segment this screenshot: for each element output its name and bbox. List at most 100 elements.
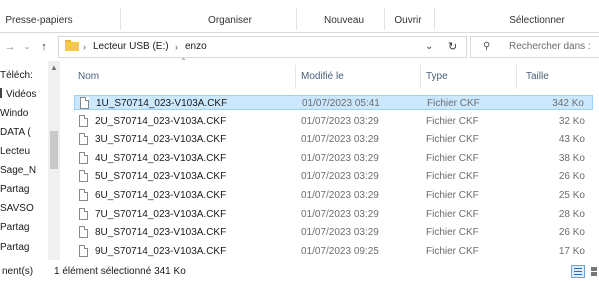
- nav-item[interactable]: SAVSO: [0, 202, 34, 216]
- status-bar: nent(s) 1 élément sélectionné 341 Ko: [0, 262, 599, 282]
- ribbon-separator: [296, 8, 297, 30]
- ribbon-separator: [120, 8, 121, 30]
- column-header-size[interactable]: Taille: [526, 67, 549, 87]
- status-item-count: nent(s): [2, 266, 34, 277]
- file-name: 5U_S70714_023-V103A.CKF: [95, 171, 227, 183]
- file-row[interactable]: 8U_S70714_023-V103A.CKF 01/07/2023 03:29 F…: [74, 225, 593, 240]
- nav-item-label: DATA (: [0, 127, 31, 138]
- column-divider[interactable]: [295, 65, 296, 89]
- nav-item-label: Windo: [0, 108, 29, 119]
- file-size: 342 Ko: [552, 98, 584, 109]
- ribbon-group-selectionner: Sélectionner: [509, 15, 565, 26]
- file-row[interactable]: 3U_S70714_023-V103A.CKF 01/07/2023 03:29 F…: [74, 132, 593, 147]
- nav-item[interactable]: DATA (: [0, 126, 31, 140]
- file-icon: [79, 170, 88, 183]
- file-size: 25 Ko: [558, 190, 585, 201]
- chevron-right-icon[interactable]: ›: [83, 40, 86, 54]
- file-modified: 01/07/2023 09:25: [301, 245, 379, 257]
- scroll-up-icon[interactable]: ▲: [48, 63, 60, 72]
- up-arrow-icon[interactable]: ↑: [38, 39, 50, 55]
- column-header-name[interactable]: Nom: [78, 67, 99, 87]
- ribbon-cut-off-row: [0, 0, 599, 6]
- status-selection: 1 élément sélectionné 341 Ko: [54, 266, 186, 277]
- large-icons-view-icon[interactable]: [590, 266, 599, 277]
- file-icon: [79, 226, 88, 239]
- breadcrumb-enzo[interactable]: enzo: [185, 40, 207, 54]
- nav-scrollbar[interactable]: ▲: [48, 61, 60, 260]
- file-type: Fichier CKF: [426, 171, 479, 183]
- breadcrumb-lecteur-usb[interactable]: Lecteur USB (E:): [93, 40, 169, 54]
- sort-ascending-icon: ⌃: [180, 57, 187, 66]
- ribbon-group-nouveau: Nouveau: [323, 15, 365, 26]
- nav-item[interactable]: Téléch:: [0, 69, 33, 83]
- back-arrow-icon[interactable]: →: [4, 39, 16, 55]
- nav-item[interactable]: Partag: [0, 221, 29, 235]
- refresh-icon[interactable]: ↻: [448, 39, 457, 55]
- file-modified: 01/07/2023 03:29: [301, 208, 379, 220]
- file-size: 28 Ko: [558, 208, 585, 220]
- file-row[interactable]: 4U_S70714_023-V103A.CKF 01/07/2023 03:29 F…: [74, 151, 593, 166]
- file-type: Fichier CKF: [426, 227, 479, 239]
- ribbon-group-ouvrir: Ouvrir: [394, 15, 422, 26]
- file-type: Fichier CKF: [426, 152, 479, 164]
- column-header-modified[interactable]: Modifié le: [301, 67, 344, 87]
- nav-item[interactable]: Vidéos: [0, 88, 36, 102]
- file-size: 43 Ko: [558, 134, 585, 146]
- file-row[interactable]: 5U_S70714_023-V103A.CKF 01/07/2023 03:29 F…: [74, 169, 593, 184]
- file-icon: [79, 133, 88, 146]
- nav-item[interactable]: Sage_N: [0, 164, 36, 178]
- file-type: Fichier CKF: [426, 208, 479, 220]
- nav-item-label: Partag: [0, 184, 30, 195]
- nav-item-label: Sage_N: [0, 165, 37, 176]
- nav-item[interactable]: Windo: [0, 107, 28, 121]
- file-type: Fichier CKF: [426, 115, 479, 127]
- file-type: Fichier CKF: [426, 190, 479, 201]
- nav-item[interactable]: Partag: [0, 241, 29, 255]
- file-name: 3U_S70714_023-V103A.CKF: [95, 134, 227, 146]
- file-row[interactable]: 1U_S70714_023-V103A.CKF 01/07/2023 05:41 F…: [74, 95, 593, 110]
- file-modified: 01/07/2023 03:29: [301, 190, 379, 201]
- file-row[interactable]: 6U_S70714_023-V103A.CKF 01/07/2023 03:29 F…: [74, 188, 593, 203]
- nav-item-label: SAVSO: [0, 203, 34, 214]
- nav-item-label: Lecteu: [0, 146, 31, 157]
- file-name: 1U_S70714_023-V103A.CKF: [96, 98, 228, 109]
- search-box[interactable]: ⚲ Rechercher dans :: [470, 36, 599, 58]
- file-icon: [79, 151, 88, 164]
- address-row: → ⌄ ↑ › Lecteur USB (E:) › enzo ⌄ ↻ ⚲ Re…: [0, 33, 599, 61]
- search-icon: ⚲: [483, 41, 491, 52]
- nav-item-label: Partag: [0, 242, 30, 253]
- file-row[interactable]: 7U_S70714_023-V103A.CKF 01/07/2023 03:29 F…: [74, 207, 593, 222]
- file-name: 6U_S70714_023-V103A.CKF: [95, 190, 227, 201]
- nav-item[interactable]: Lecteu: [0, 145, 30, 159]
- file-name: 4U_S70714_023-V103A.CKF: [95, 152, 227, 164]
- search-input[interactable]: Rechercher dans :: [509, 40, 591, 54]
- ribbon-group-organiser: Organiser: [208, 15, 252, 26]
- file-size: 17 Ko: [558, 245, 585, 257]
- details-view-icon[interactable]: [571, 265, 585, 278]
- scroll-thumb[interactable]: [50, 131, 58, 169]
- file-size: 26 Ko: [558, 171, 585, 183]
- file-icon: [79, 244, 88, 257]
- nav-item-label: Téléch:: [0, 70, 33, 81]
- ribbon: Presse-papiers Organiser Nouveau Ouvrir …: [0, 0, 599, 33]
- file-name: 8U_S70714_023-V103A.CKF: [95, 227, 227, 239]
- folder-icon: [65, 40, 79, 51]
- ribbon-separator: [384, 8, 385, 30]
- chevron-down-icon[interactable]: ⌄: [22, 39, 32, 55]
- column-header-type[interactable]: Type: [426, 67, 448, 87]
- file-modified: 01/07/2023 03:29: [301, 227, 379, 239]
- nav-item-label: Partag: [0, 222, 30, 233]
- nav-marker: [0, 88, 2, 98]
- column-divider[interactable]: [516, 65, 517, 89]
- address-bar[interactable]: › Lecteur USB (E:) › enzo ⌄ ↻: [58, 36, 467, 58]
- chevron-down-icon[interactable]: ⌄: [425, 40, 433, 54]
- file-row[interactable]: 9U_S70714_023-V103A.CKF 01/07/2023 09:25 F…: [74, 244, 593, 259]
- nav-item[interactable]: Partag: [0, 183, 29, 197]
- nav-item-label: Vidéos: [6, 89, 37, 100]
- ribbon-group-presse-papiers: Presse-papiers: [5, 15, 73, 26]
- file-modified: 01/07/2023 03:29: [301, 171, 379, 183]
- column-divider[interactable]: [420, 65, 421, 89]
- file-row[interactable]: 2U_S70714_023-V103A.CKF 01/07/2023 03:29 F…: [74, 114, 593, 129]
- chevron-right-icon[interactable]: ›: [175, 40, 178, 54]
- file-modified: 01/07/2023 03:29: [301, 115, 379, 127]
